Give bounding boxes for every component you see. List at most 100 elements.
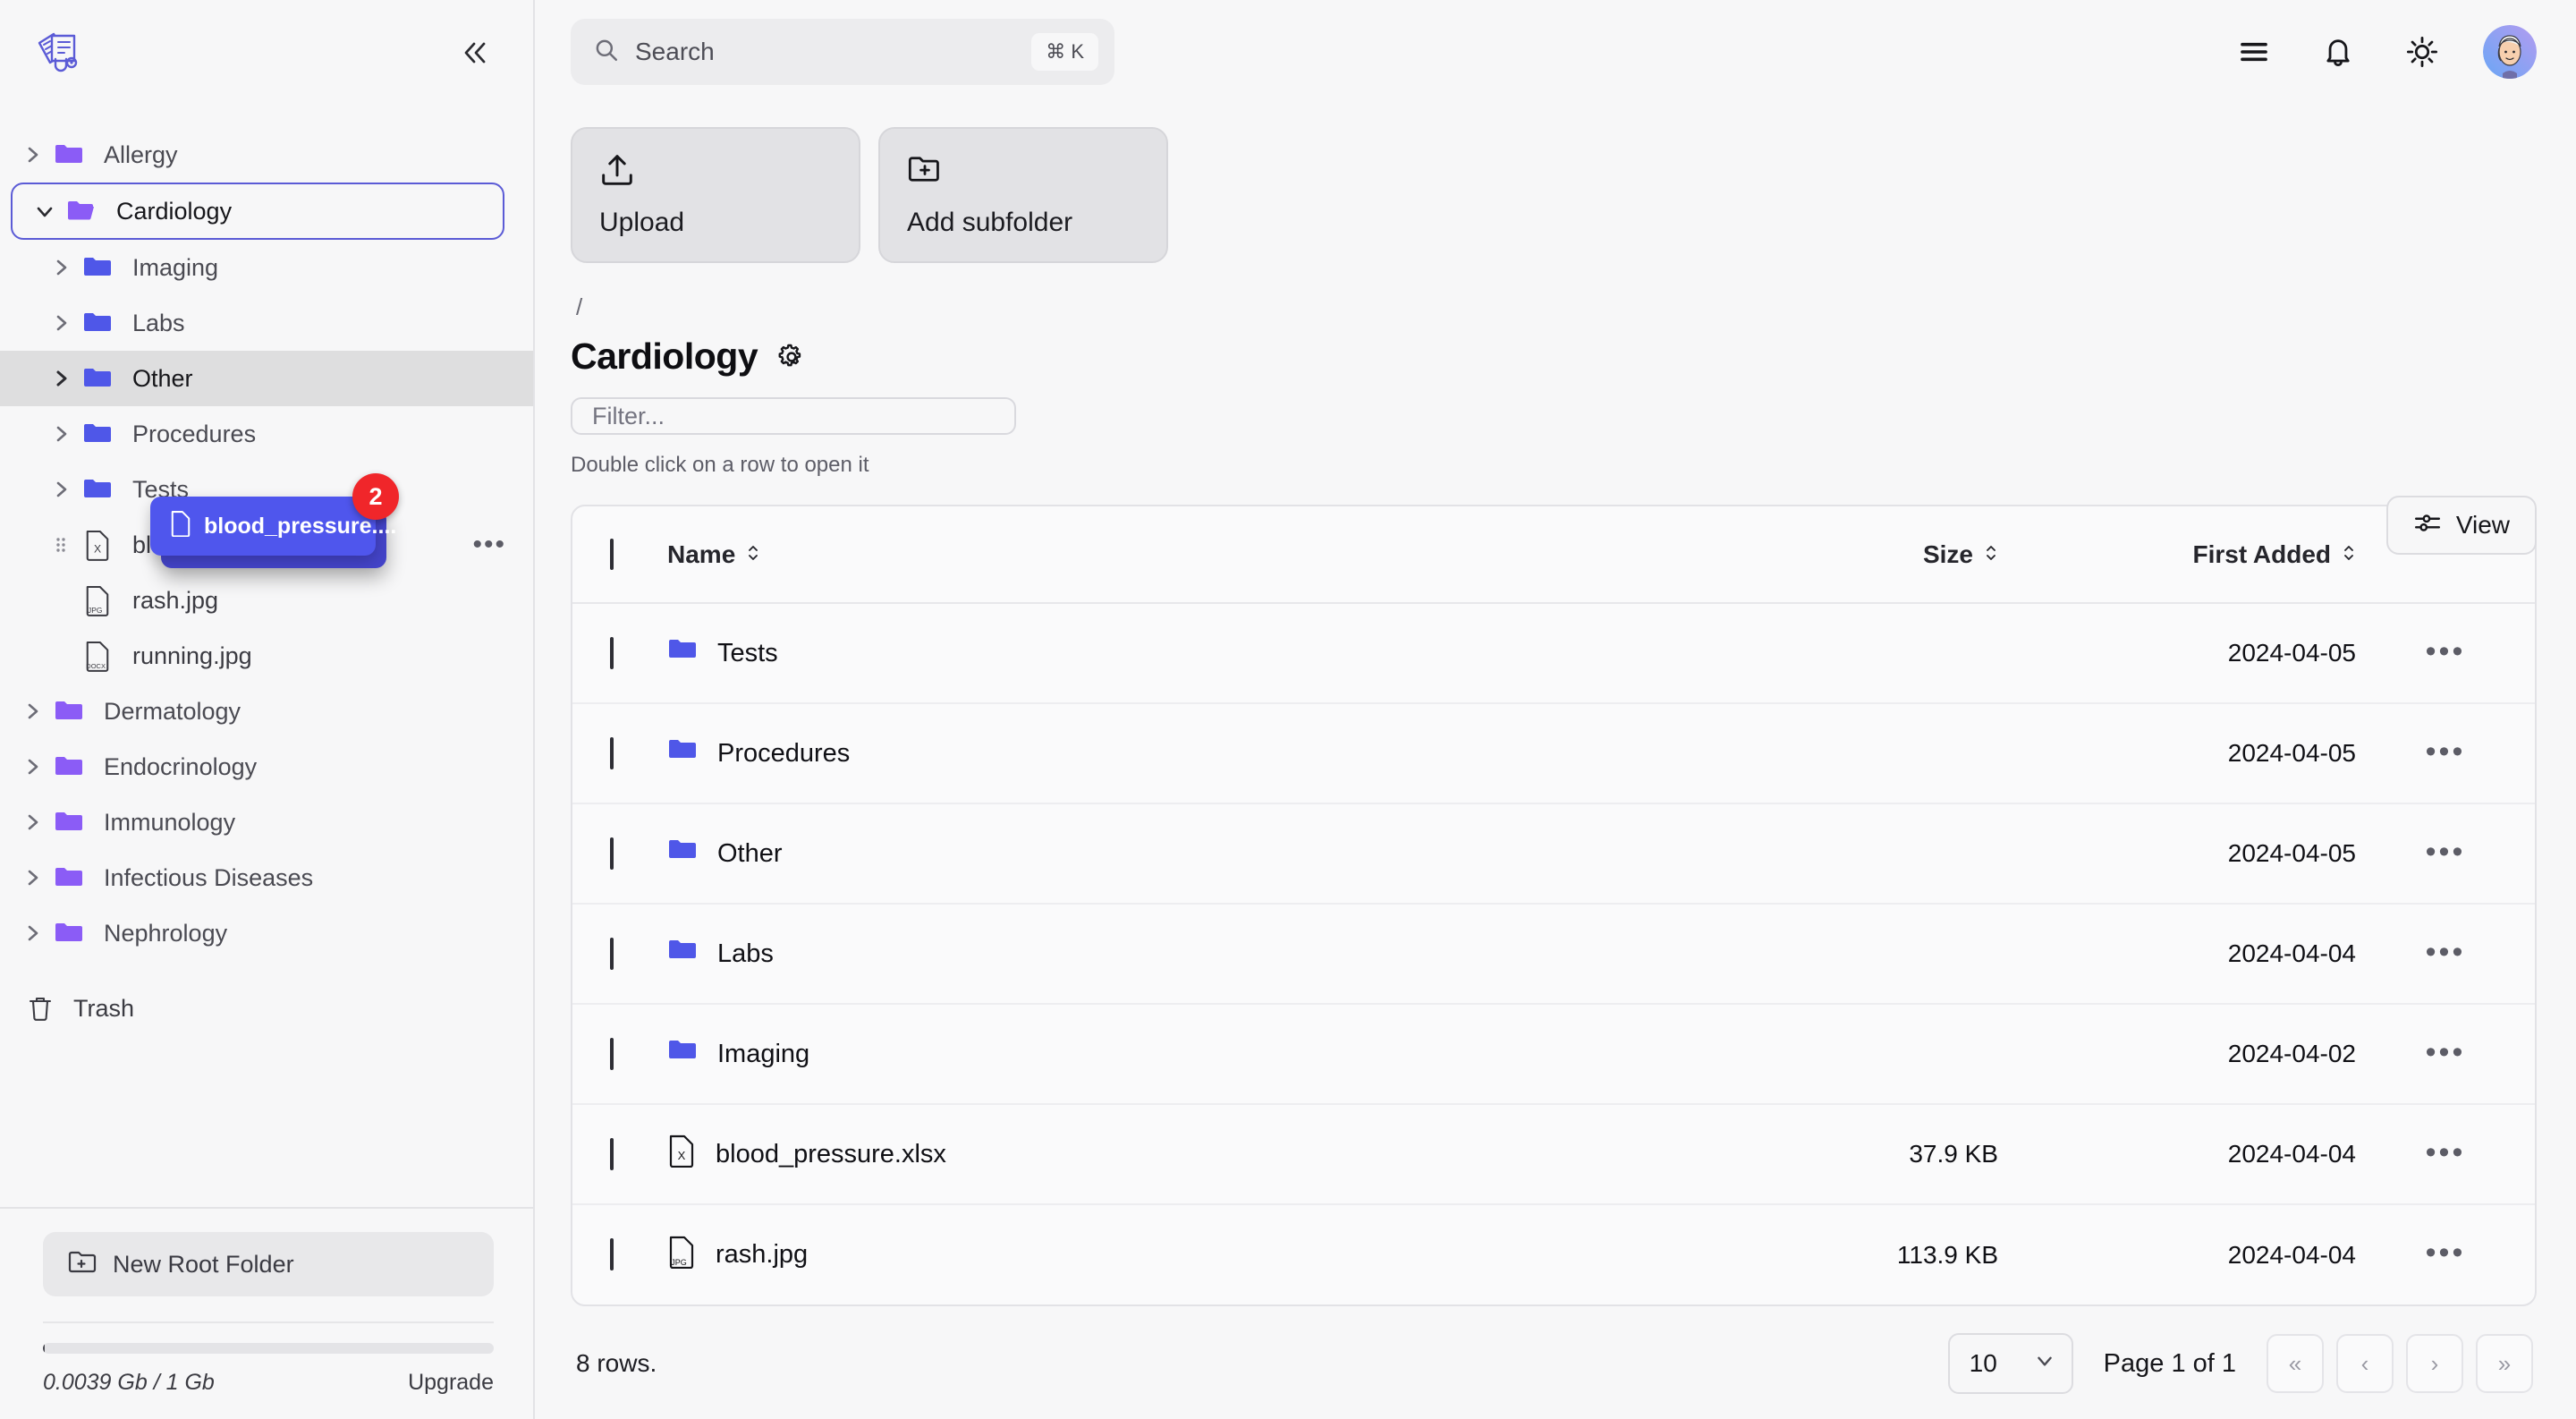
chevron-right-icon[interactable]	[16, 756, 48, 777]
chevron-right-icon[interactable]	[16, 867, 48, 888]
collapse-sidebar-button[interactable]	[453, 30, 499, 76]
last-page-button[interactable]: »	[2476, 1334, 2533, 1393]
sort-icon[interactable]	[1984, 540, 1998, 569]
column-label-first-added: First Added	[2192, 540, 2331, 568]
file-xlsx-icon: X	[667, 1134, 696, 1175]
prev-page-button[interactable]: ‹	[2336, 1334, 2394, 1393]
sidebar-footer: New Root Folder 0.0039 Gb / 1 Gb Upgrade	[0, 1207, 533, 1419]
sidebar-file-blood-pressure[interactable]: X blood_pressure.xlsx •••	[0, 517, 533, 573]
hamburger-icon[interactable]	[2231, 29, 2277, 75]
first-page-button[interactable]: «	[2267, 1334, 2324, 1393]
table-header-row: Name Size First Added	[572, 506, 2535, 604]
row-more-button[interactable]: •••	[2426, 1135, 2466, 1169]
row-more-button[interactable]: •••	[2426, 1236, 2466, 1270]
sidebar-item-other[interactable]: Other	[0, 351, 533, 406]
column-header-first-added[interactable]: First Added	[1998, 506, 2356, 604]
row-checkbox[interactable]	[610, 736, 614, 769]
chevron-right-icon[interactable]	[45, 368, 77, 389]
table-row[interactable]: Tests 2024-04-05 •••	[572, 603, 2535, 703]
table-row[interactable]: Imaging 2024-04-02 •••	[572, 1004, 2535, 1104]
sort-icon[interactable]	[746, 540, 760, 569]
divider	[43, 1321, 494, 1323]
upload-button[interactable]: Upload	[571, 127, 860, 264]
sidebar-item-nephrology[interactable]: Nephrology	[0, 905, 533, 961]
row-checkbox[interactable]	[610, 1137, 614, 1170]
pagination-controls: 10 Page 1 of 1 « ‹ › »	[1947, 1333, 2533, 1394]
sun-icon[interactable]	[2399, 29, 2445, 75]
row-actions-cell: •••	[2356, 1104, 2535, 1204]
filter-input[interactable]: Filter...	[571, 397, 1016, 435]
upgrade-link[interactable]: Upgrade	[408, 1370, 494, 1396]
sidebar-item-imaging[interactable]: Imaging	[0, 240, 533, 295]
table-row[interactable]: X blood_pressure.xlsx 37.9 KB 2024-04-04…	[572, 1104, 2535, 1204]
table-row[interactable]: Labs 2024-04-04 •••	[572, 904, 2535, 1004]
row-more-button[interactable]: •••	[2426, 935, 2466, 969]
chevron-right-icon[interactable]	[16, 701, 48, 722]
sidebar-item-immunology[interactable]: Immunology	[0, 794, 533, 850]
add-subfolder-label: Add subfolder	[907, 208, 1073, 238]
row-checkbox[interactable]	[610, 636, 614, 669]
sidebar-item-trash[interactable]: Trash	[0, 981, 533, 1036]
row-name-label: blood_pressure.xlsx	[716, 1139, 946, 1168]
sidebar: Allergy Cardiology Imaging Labs Other Pr…	[0, 0, 535, 1419]
row-date-cell: 2024-04-05	[2227, 739, 2356, 767]
user-avatar[interactable]	[2483, 25, 2537, 80]
table-row[interactable]: Procedures 2024-04-05 •••	[572, 703, 2535, 803]
bell-icon[interactable]	[2315, 29, 2361, 75]
sort-icon[interactable]	[2342, 540, 2356, 569]
chevron-right-icon[interactable]	[16, 144, 48, 166]
breadcrumb[interactable]: /	[576, 293, 2537, 321]
row-more-button[interactable]: •••	[2426, 835, 2466, 869]
row-more-button[interactable]: •••	[2426, 634, 2466, 668]
sidebar-item-tests[interactable]: Tests	[0, 462, 533, 517]
chevron-right-icon[interactable]	[45, 257, 77, 278]
row-checkbox[interactable]	[610, 1037, 614, 1070]
chevron-right-icon[interactable]	[45, 479, 77, 500]
table-row[interactable]: JPG rash.jpg 113.9 KB 2024-04-04 •••	[572, 1204, 2535, 1304]
row-checkbox[interactable]	[610, 937, 614, 970]
sidebar-item-procedures[interactable]: Procedures	[0, 406, 533, 462]
view-label: View	[2455, 511, 2510, 540]
chevron-right-icon[interactable]	[45, 312, 77, 334]
row-size-cell: 37.9 KB	[1909, 1140, 1998, 1168]
row-name-label: Imaging	[717, 1039, 810, 1068]
chevron-right-icon[interactable]	[45, 423, 77, 445]
new-root-folder-button[interactable]: New Root Folder	[43, 1232, 494, 1296]
select-all-checkbox[interactable]	[610, 538, 614, 570]
add-subfolder-button[interactable]: Add subfolder	[878, 127, 1168, 264]
page-size-select[interactable]: 10	[1947, 1333, 2073, 1394]
storage-quota-row: 0.0039 Gb / 1 Gb Upgrade	[43, 1370, 494, 1396]
row-name-cell: Tests	[667, 603, 1605, 703]
drag-handle-icon[interactable]	[45, 536, 77, 554]
table-row[interactable]: Other 2024-04-05 •••	[572, 803, 2535, 904]
sidebar-item-infectious-diseases[interactable]: Infectious Diseases	[0, 850, 533, 905]
sidebar-item-endocrinology[interactable]: Endocrinology	[0, 739, 533, 794]
folder-icon	[667, 837, 698, 871]
row-checkbox[interactable]	[610, 837, 614, 870]
table-hint: Double click on a row to open it	[571, 453, 869, 477]
sidebar-item-allergy[interactable]: Allergy	[0, 127, 533, 183]
view-options-button[interactable]: View	[2385, 496, 2537, 556]
search-input[interactable]: Search ⌘ K	[571, 19, 1114, 86]
column-header-name[interactable]: Name	[667, 506, 1605, 604]
file-more-button[interactable]: •••	[472, 531, 506, 558]
chevron-right-icon[interactable]	[16, 922, 48, 944]
row-checkbox[interactable]	[610, 1238, 614, 1270]
sidebar-item-labs[interactable]: Labs	[0, 295, 533, 351]
sidebar-item-dermatology[interactable]: Dermatology	[0, 684, 533, 739]
chevron-down-icon[interactable]	[29, 200, 61, 222]
sidebar-item-cardiology[interactable]: Cardiology	[11, 183, 504, 240]
sliders-icon	[2413, 510, 2442, 541]
chevron-right-icon[interactable]	[16, 811, 48, 833]
svg-text:JPG: JPG	[671, 1258, 687, 1267]
row-more-button[interactable]: •••	[2426, 735, 2466, 769]
folder-open-icon	[61, 196, 102, 226]
row-more-button[interactable]: •••	[2426, 1035, 2466, 1069]
sidebar-file-rash[interactable]: JPG rash.jpg	[0, 573, 533, 628]
table-body: Tests 2024-04-05 ••• Procedures 2024-04-…	[572, 603, 2535, 1304]
gear-icon[interactable]	[777, 343, 806, 371]
next-page-button[interactable]: ›	[2406, 1334, 2463, 1393]
sidebar-file-running[interactable]: DOCX running.jpg	[0, 628, 533, 684]
column-header-size[interactable]: Size	[1605, 506, 1998, 604]
sidebar-item-label: Cardiology	[116, 197, 233, 225]
